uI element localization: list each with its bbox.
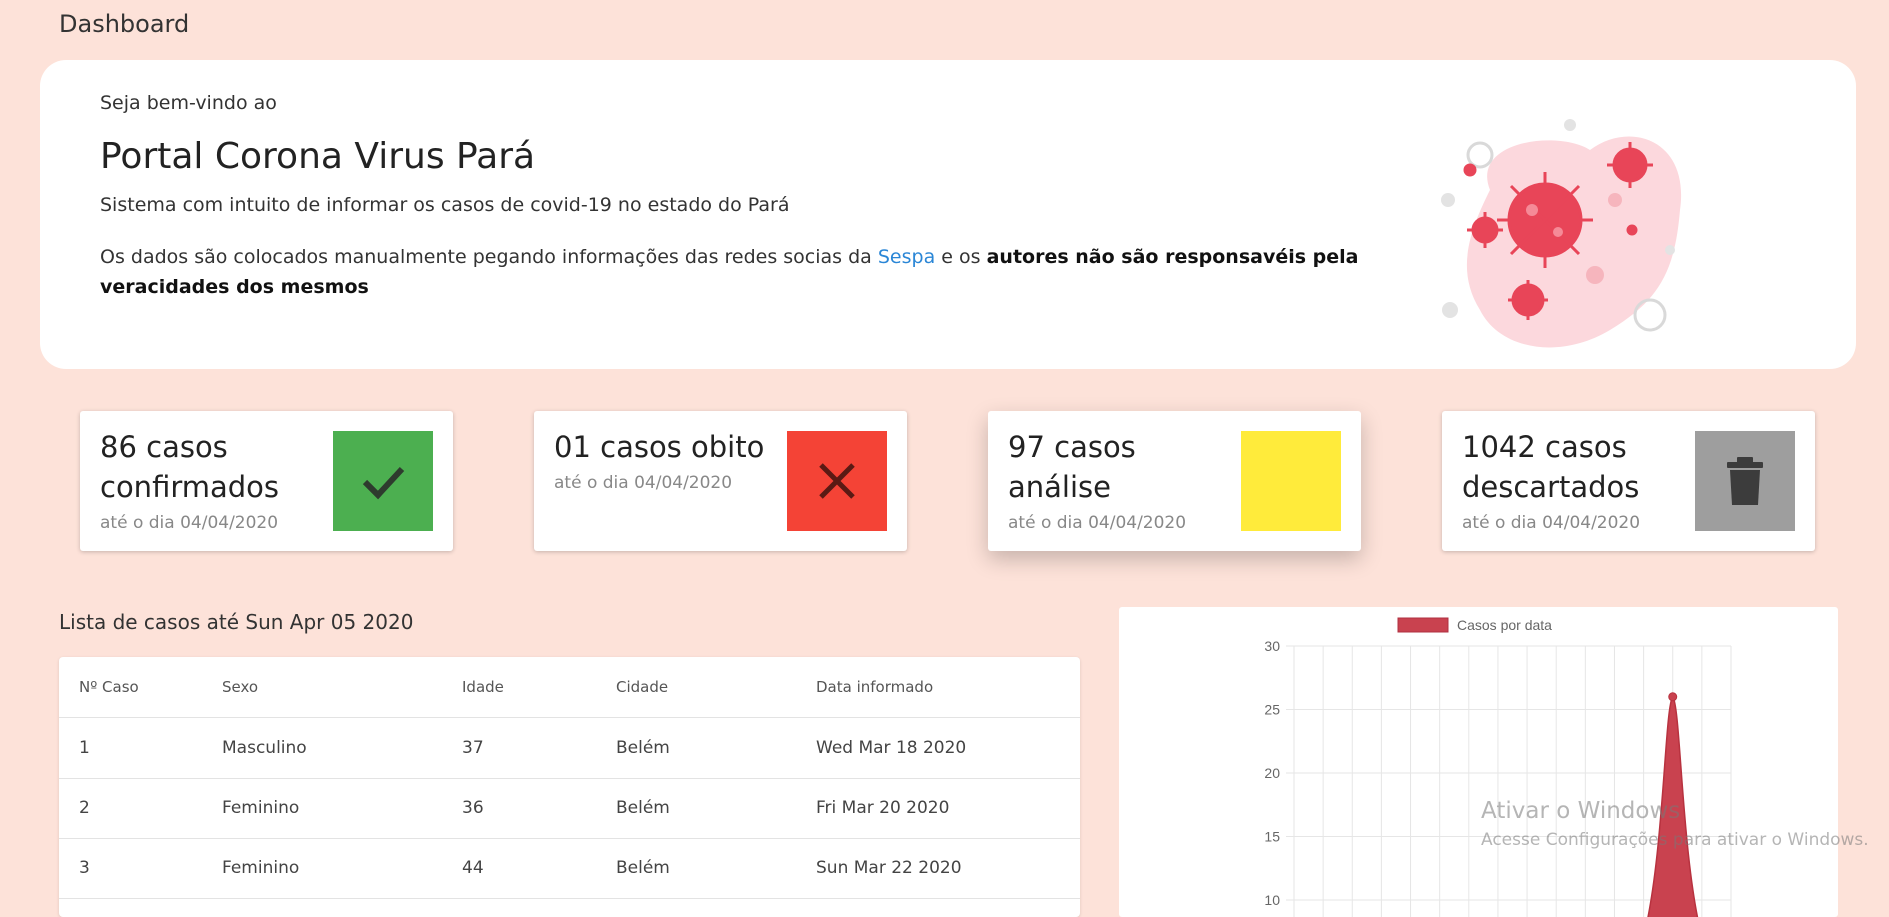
column-header[interactable]: Data informado [816,657,933,717]
welcome-title: Portal Corona Virus Pará [100,136,536,177]
stat-icon-box-yellow [1241,431,1341,531]
data-point [1668,692,1678,702]
check-icon [362,466,405,500]
welcome-notice: Os dados são colocados manualmente pegan… [100,242,1370,302]
sespa-link[interactable]: Sespa [878,246,935,268]
y-tick-label: 30 [1264,638,1280,654]
chart-card: Casos por data 30 25 20 15 10 [1119,607,1838,917]
table-cell: 1 [79,738,90,758]
cases-table: Nº Caso Sexo Idade Cidade Data informado… [59,657,1080,917]
stat-card-confirmed: 86 casos confirmados até o dia 04/04/202… [80,411,453,551]
welcome-greeting: Seja bem-vindo ao [100,92,277,114]
table-cell: 3 [79,858,90,878]
notice-prefix: Os dados são colocados manualmente pegan… [100,246,872,268]
page-title: Dashboard [59,10,190,38]
trash-icon [1727,457,1763,505]
table-cell: Belém [616,858,670,878]
stat-date: até o dia 04/04/2020 [100,513,279,533]
stat-date: até o dia 04/04/2020 [554,473,733,493]
table-cell: Wed Mar 18 2020 [816,738,967,758]
column-header[interactable]: Sexo [222,657,258,717]
stat-date: até o dia 04/04/2020 [1462,513,1641,533]
column-header[interactable]: Cidade [616,657,668,717]
stat-date: até o dia 04/04/2020 [1008,513,1187,533]
stat-title: 97 casos análise [1008,430,1136,504]
close-icon [819,463,855,499]
cases-by-date-chart: Casos por data 30 25 20 15 10 [1264,617,1732,917]
legend-swatch [1397,617,1449,633]
table-cell: 36 [462,798,484,818]
table-cell: Fri Mar 20 2020 [816,798,950,818]
table-cell: 2 [79,798,90,818]
case-list-title: Lista de casos até Sun Apr 05 2020 [59,610,414,634]
legend-label: Casos por data [1457,617,1552,633]
table-header-row: Nº Caso Sexo Idade Cidade Data informado [59,657,1080,718]
table-row[interactable]: 2 Feminino 36 Belém Fri Mar 20 2020 [59,778,1080,839]
y-tick-label: 10 [1264,892,1280,908]
stat-card-analysis: 97 casos análise até o dia 04/04/2020 [988,411,1361,551]
stat-icon-box-red [787,431,887,531]
table-cell: 37 [462,738,484,758]
table-cell: Masculino [222,738,307,758]
table-cell: Feminino [222,798,300,818]
stat-title: 01 casos obito [554,430,765,464]
table-row[interactable]: 3 Feminino 44 Belém Sun Mar 22 2020 [59,838,1080,899]
stat-card-discarded: 1042 casos descartados até o dia 04/04/2… [1442,411,1815,551]
table-cell: Feminino [222,858,300,878]
table-cell: Sun Mar 22 2020 [816,858,962,878]
y-tick-label: 15 [1264,829,1280,845]
welcome-card: Seja bem-vindo ao Portal Corona Virus Pa… [40,60,1856,369]
virus-illustration [1441,119,1682,348]
table-cell: Belém [616,738,670,758]
windows-activation-title: Ativar o Windows [1481,798,1681,824]
table-cell: 44 [462,858,484,878]
column-header[interactable]: Nº Caso [79,657,139,717]
stat-title: 1042 casos descartados [1462,430,1640,504]
table-row[interactable]: 1 Masculino 37 Belém Wed Mar 18 2020 [59,718,1080,779]
table-cell: Belém [616,798,670,818]
y-tick-label: 25 [1264,702,1280,718]
welcome-subtitle: Sistema com intuito de informar os casos… [100,194,790,216]
stat-title: 86 casos confirmados [100,430,280,504]
y-tick-label: 20 [1264,765,1280,781]
stat-card-deaths: 01 casos obito até o dia 04/04/2020 [534,411,907,551]
column-header[interactable]: Idade [462,657,504,717]
notice-middle: e os [941,246,981,268]
stat-icon-box-grey [1695,431,1795,531]
windows-activation-subtitle: Acesse Configurações para ativar o Windo… [1481,830,1869,850]
stat-icon-box-green [333,431,433,531]
